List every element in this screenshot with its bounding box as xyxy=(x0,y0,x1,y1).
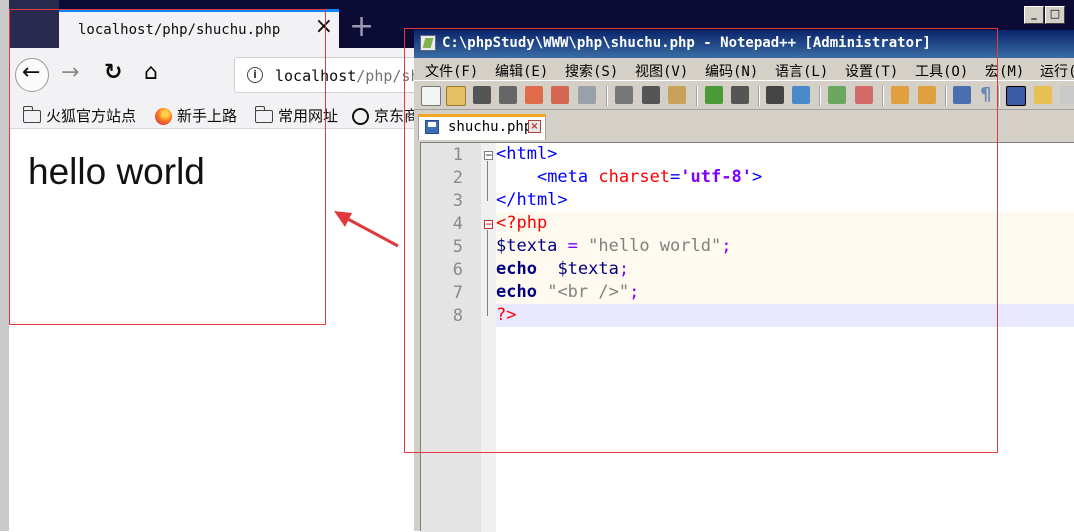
doc-map-icon[interactable] xyxy=(1060,86,1074,104)
toolbar-separator xyxy=(998,86,1000,106)
menu-run[interactable]: 运行( xyxy=(1040,61,1074,81)
user-language-icon[interactable] xyxy=(1034,86,1052,104)
minimize-button[interactable]: _ xyxy=(1024,6,1044,24)
globe-icon xyxy=(352,108,369,125)
new-tab-icon[interactable]: + xyxy=(349,12,374,42)
maximize-button[interactable]: □ xyxy=(1045,6,1065,24)
indent-guide-icon[interactable] xyxy=(1006,86,1026,106)
annotation-box-editor xyxy=(404,28,998,453)
annotation-box-browser xyxy=(9,9,326,325)
